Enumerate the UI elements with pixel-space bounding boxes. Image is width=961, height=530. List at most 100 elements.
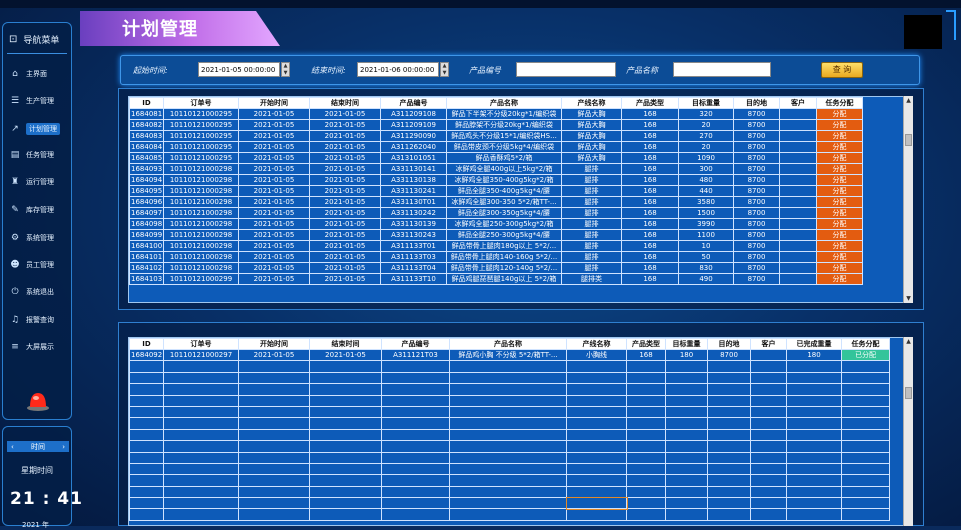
assign-cell[interactable]: 分配 xyxy=(816,119,863,131)
table-row[interactable]: 1684100 10110121000298 2021-01-05 2021-01-0… xyxy=(129,240,863,252)
column-header[interactable]: 目的地 xyxy=(707,338,751,350)
column-header[interactable]: 产品名称 xyxy=(446,97,562,109)
table-cell: 10110121000298 xyxy=(163,218,239,230)
column-header[interactable]: ID xyxy=(129,97,164,109)
assign-cell[interactable]: 分配 xyxy=(816,240,863,252)
prev-arrow-icon[interactable]: ‹ xyxy=(11,443,14,451)
table-row[interactable]: 1684096 10110121000298 2021-01-05 2021-01-0… xyxy=(129,196,863,208)
scroll-up-icon[interactable]: ▲ xyxy=(904,96,913,105)
window-control-area[interactable] xyxy=(904,15,942,49)
scroll-thumb[interactable] xyxy=(905,387,912,399)
column-header[interactable]: 订单号 xyxy=(163,338,239,350)
assign-cell[interactable]: 分配 xyxy=(816,152,863,164)
column-header[interactable]: 产线名称 xyxy=(561,97,622,109)
table-row[interactable]: 1684097 10110121000298 2021-01-05 2021-01-0… xyxy=(129,207,863,219)
column-header[interactable]: 已完成重量 xyxy=(786,338,842,350)
next-arrow-icon[interactable]: › xyxy=(62,443,65,451)
sidebar-item[interactable]: ☰ 生产管理 xyxy=(8,94,68,108)
assign-cell[interactable]: 已分配 xyxy=(841,348,890,362)
table-row[interactable]: 1684082 10110121000295 2021-01-05 2021-01-0… xyxy=(129,119,863,131)
table-row[interactable]: 1684094 10110121000298 2021-01-05 2021-01-0… xyxy=(129,174,863,186)
alarm-light-icon[interactable] xyxy=(26,389,50,411)
sidebar-item[interactable]: ▤ 任务管理 xyxy=(8,148,68,162)
chart-icon: ↗ xyxy=(11,124,19,134)
empty-cell xyxy=(707,462,751,476)
assign-cell[interactable]: 分配 xyxy=(816,207,863,219)
assign-cell[interactable]: 分配 xyxy=(816,218,863,230)
assign-cell[interactable]: 分配 xyxy=(816,185,863,197)
assign-cell[interactable]: 分配 xyxy=(816,163,863,175)
sidebar-item[interactable]: ⏻ 系统退出 xyxy=(8,285,68,299)
table-row[interactable]: 1684081 10110121000295 2021-01-05 2021-01-0… xyxy=(129,108,863,120)
scroll-down-icon[interactable]: ▼ xyxy=(904,294,913,303)
column-header[interactable]: 客户 xyxy=(750,338,787,350)
table-row[interactable]: 1684093 10110121000298 2021-01-05 2021-01-0… xyxy=(129,163,863,175)
sidebar-toggle-icon[interactable]: ⊡ xyxy=(9,34,17,45)
column-header[interactable]: 产品编号 xyxy=(381,338,450,350)
end-time-spinner[interactable]: ▲ ▼ xyxy=(440,62,449,77)
assign-cell[interactable]: 分配 xyxy=(816,108,863,120)
column-header[interactable]: 产品类型 xyxy=(621,97,679,109)
column-header[interactable]: 结束时间 xyxy=(309,338,382,350)
column-header[interactable]: 目的地 xyxy=(733,97,780,109)
column-header[interactable]: 开始时间 xyxy=(238,338,310,350)
table-row[interactable]: 1684083 10110121000295 2021-01-05 2021-01-0… xyxy=(129,130,863,142)
assign-cell[interactable]: 分配 xyxy=(816,273,863,285)
table-row[interactable]: 1684098 10110121000298 2021-01-05 2021-01-0… xyxy=(129,218,863,230)
assign-cell[interactable]: 分配 xyxy=(816,174,863,186)
empty-cell xyxy=(449,462,567,476)
scroll-thumb[interactable] xyxy=(905,134,912,146)
sidebar-item[interactable]: ⌂ 主界面 xyxy=(8,67,68,81)
table-row[interactable]: 1684099 10110121000298 2021-01-05 2021-01-0… xyxy=(129,229,863,241)
query-button[interactable]: 查 询 xyxy=(821,62,863,78)
sidebar-item[interactable]: ⚙ 系统管理 xyxy=(8,231,68,245)
column-header[interactable]: 结束时间 xyxy=(309,97,381,109)
column-header[interactable]: 目标重量 xyxy=(678,97,734,109)
table-row[interactable]: 1684095 10110121000298 2021-01-05 2021-01-0… xyxy=(129,185,863,197)
plan-scrollbar[interactable]: ▲ ▼ xyxy=(903,96,913,303)
start-time-input[interactable] xyxy=(198,62,280,77)
column-header[interactable]: 客户 xyxy=(779,97,817,109)
assign-cell[interactable]: 分配 xyxy=(816,262,863,274)
product-code-input[interactable] xyxy=(516,62,616,77)
column-header[interactable]: 产品名称 xyxy=(449,338,567,350)
sidebar-item[interactable]: ≡ 大屏展示 xyxy=(8,340,68,354)
scroll-up-icon[interactable]: ▲ xyxy=(904,337,913,346)
empty-row xyxy=(129,428,890,442)
column-header[interactable]: 产品编号 xyxy=(380,97,447,109)
start-time-spinner[interactable]: ▲ ▼ xyxy=(281,62,290,77)
sidebar-item[interactable]: ↗ 计划管理 xyxy=(8,122,68,136)
product-name-input[interactable] xyxy=(673,62,771,77)
column-header[interactable]: 目标重量 xyxy=(665,338,708,350)
sidebar-item[interactable]: ☻ 员工管理 xyxy=(8,258,68,272)
table-cell: 180 xyxy=(665,348,708,362)
sidebar-item[interactable]: ♜ 运行管理 xyxy=(8,175,68,189)
assign-cell[interactable]: 分配 xyxy=(816,251,863,263)
column-header[interactable]: 任务分配 xyxy=(816,97,863,109)
table-row[interactable]: 1684103 10110121000299 2021-01-05 2021-01-0… xyxy=(129,273,863,285)
table-cell: 440 xyxy=(678,185,734,197)
empty-cell xyxy=(381,360,450,373)
table-row[interactable]: 1684084 10110121000295 2021-01-05 2021-01-0… xyxy=(129,141,863,153)
column-header[interactable]: 任务分配 xyxy=(841,338,890,350)
table-row[interactable]: 1684085 10110121000295 2021-01-05 2021-01-0… xyxy=(129,152,863,164)
empty-cell xyxy=(626,405,666,419)
table-row[interactable]: 1684101 10110121000298 2021-01-05 2021-01-0… xyxy=(129,251,863,263)
column-header[interactable]: 订单号 xyxy=(163,97,239,109)
column-header[interactable]: ID xyxy=(129,338,164,350)
column-header[interactable]: 开始时间 xyxy=(238,97,310,109)
table-row[interactable]: 1684102 10110121000298 2021-01-05 2021-01-0… xyxy=(129,262,863,274)
assign-cell[interactable]: 分配 xyxy=(816,229,863,241)
assign-cell[interactable]: 分配 xyxy=(816,196,863,208)
column-header[interactable]: 产品类型 xyxy=(626,338,666,350)
table-row[interactable]: 1684092 10110121000297 2021-01-05 2021-01-0… xyxy=(129,348,890,362)
sidebar-item[interactable]: ♫ 报警查询 xyxy=(8,313,68,327)
assign-cell[interactable]: 分配 xyxy=(816,130,863,142)
assigned-scrollbar[interactable]: ▲ xyxy=(903,337,913,526)
end-time-input[interactable] xyxy=(357,62,439,77)
empty-cell xyxy=(129,394,164,407)
column-header[interactable]: 产线名称 xyxy=(566,338,627,350)
sidebar-item[interactable]: ✎ 库存管理 xyxy=(8,203,68,217)
assign-cell[interactable]: 分配 xyxy=(816,141,863,153)
empty-cell xyxy=(707,394,751,407)
